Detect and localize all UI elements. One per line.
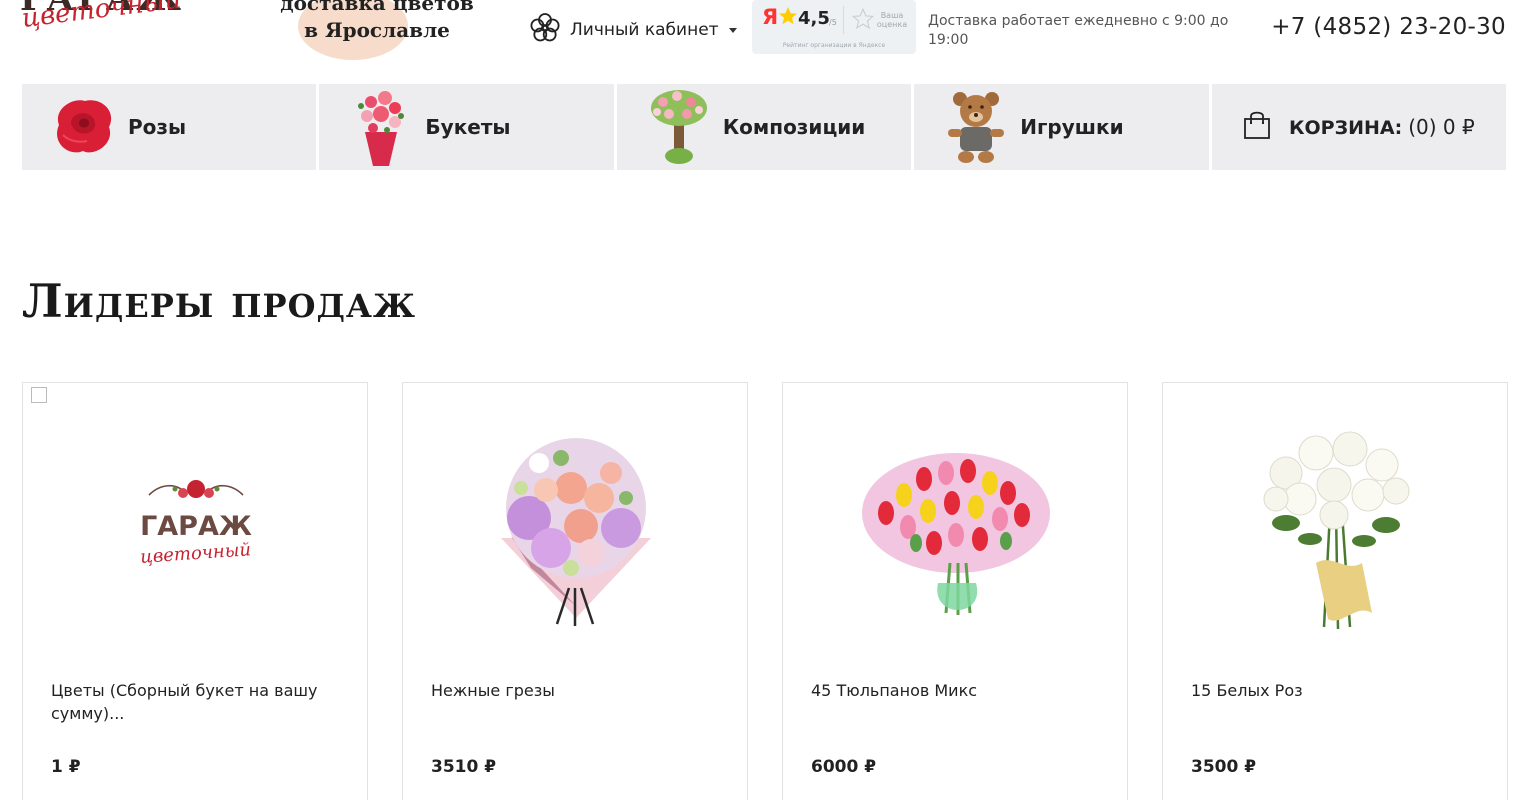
slogan-line-2: в Ярославле [304, 18, 450, 42]
header-slogan: доставка цветов в Ярославле [262, 0, 492, 62]
star-filled-icon [778, 6, 798, 30]
nav-label-toys: Игрушки [1020, 115, 1124, 139]
compare-checkbox[interactable] [31, 387, 47, 403]
nav-item-compositions[interactable]: Композиции [616, 84, 912, 170]
phone-number[interactable]: +7 (4852) 23-20-30 [1271, 14, 1506, 40]
product-card[interactable]: 45 Тюльпанов Микс 6000 ₽ [782, 382, 1128, 800]
star-outline-icon[interactable] [851, 7, 875, 34]
site-logo[interactable]: ГАРАЖ цветочный [20, 0, 210, 54]
nav-label-bouquets: Букеты [425, 115, 511, 139]
bouquet-icon [341, 84, 421, 170]
nav-label-compositions: Композиции [722, 115, 866, 139]
chevron-down-icon [728, 27, 737, 33]
garage-logo-wordmark: ГАРАЖ [140, 511, 252, 542]
product-card[interactable]: ГАРАЖ цветочный Цветы (Сборный букет на … [22, 382, 368, 800]
yandex-logo: Я [762, 5, 779, 29]
yandex-score-max: /5 [829, 18, 837, 27]
rose-icon [44, 84, 124, 170]
teddy-bear-icon [936, 84, 1016, 170]
yandex-rating-widget[interactable]: Я 4,5 /5 Ваша оценка Рейтинг организации… [752, 0, 916, 54]
product-price: 1 ₽ [51, 757, 81, 777]
cart-button[interactable]: КОРЗИНА: (0) 0 ₽ [1211, 84, 1507, 170]
product-image[interactable] [1163, 403, 1509, 643]
product-name[interactable]: Цветы (Сборный букет на вашу сумму)... [51, 679, 321, 725]
product-image[interactable]: ГАРАЖ цветочный [23, 403, 369, 643]
product-grid: ГАРАЖ цветочный Цветы (Сборный букет на … [22, 382, 1508, 800]
personal-account-label: Личный кабинет [570, 20, 719, 40]
personal-account-menu[interactable]: Личный кабинет [528, 12, 737, 48]
flower-icon [528, 11, 562, 49]
product-card[interactable]: Нежные грезы 3510 ₽ [402, 382, 748, 800]
yandex-your-rating: Ваша оценка [876, 11, 908, 29]
slogan-line-1: доставка цветов [280, 0, 474, 15]
nav-item-roses[interactable]: Розы [22, 84, 317, 170]
yandex-score: 4,5 [798, 8, 830, 29]
product-name[interactable]: 45 Тюльпанов Микс [811, 679, 1081, 702]
section-title: Лидеры продаж [22, 274, 416, 328]
product-price: 3510 ₽ [431, 757, 497, 777]
yandex-caption: Рейтинг организации в Яндексе [782, 42, 886, 49]
logo-script: цветочный [20, 0, 183, 34]
cart-summary: (0) 0 ₽ [1408, 115, 1475, 139]
product-name[interactable]: 15 Белых Роз [1191, 679, 1461, 702]
garage-logo-placeholder: ГАРАЖ цветочный [140, 480, 252, 568]
product-card[interactable]: 15 Белых Роз 3500 ₽ [1162, 382, 1508, 800]
product-image[interactable] [783, 403, 1129, 643]
tulip-bouquet-mix [862, 453, 1050, 615]
yandex-divider [843, 6, 844, 34]
product-price: 3500 ₽ [1191, 757, 1257, 777]
nav-item-toys[interactable]: Игрушки [914, 84, 1209, 170]
composition-tree-icon [639, 84, 719, 170]
shopping-bag-icon [1243, 110, 1271, 144]
product-name[interactable]: Нежные грезы [431, 679, 701, 702]
cart-label: КОРЗИНА: [1288, 117, 1403, 139]
product-image[interactable] [403, 403, 749, 643]
product-price: 6000 ₽ [811, 757, 877, 777]
nav-item-bouquets[interactable]: Букеты [319, 84, 614, 170]
garage-logo-script: цветочный [140, 539, 252, 568]
mixed-bouquet-pink-violet [501, 438, 651, 626]
delivery-hours: Доставка работает ежедневно с 9:00 до 19… [928, 13, 1229, 48]
nav-label-roses: Розы [128, 115, 187, 139]
white-roses-bouquet [1263, 431, 1410, 630]
category-nav: Розы Букеты Композиции Игрушки КОРЗИНА: … [22, 84, 1507, 170]
